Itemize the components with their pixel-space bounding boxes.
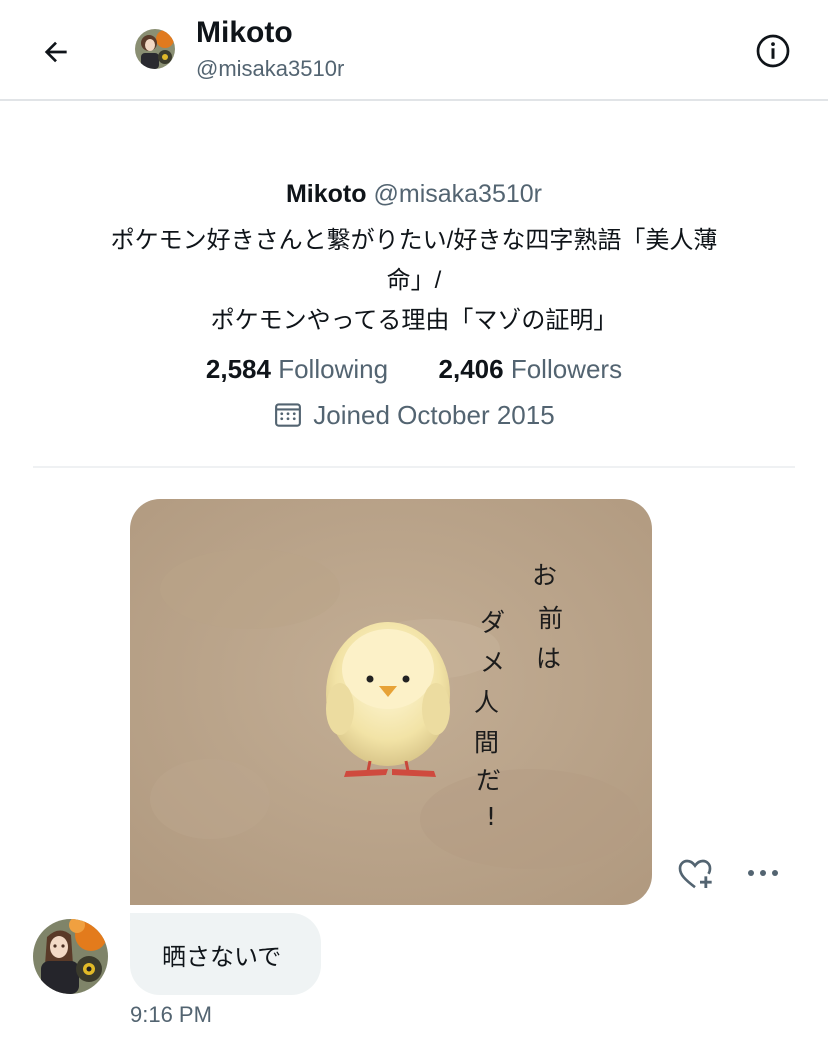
following-count: 2,584 (205, 354, 271, 384)
bio-line: 命」/ (386, 267, 442, 294)
header-handle: @misaka3510r (196, 56, 345, 81)
follow-counts: 2,584 Following 2,406 Followers (0, 349, 828, 389)
followers-link[interactable]: 2,406 Followers (439, 354, 623, 384)
info-circle-icon (756, 34, 790, 68)
message-image[interactable]: お 前 は ダ メ 人 間 だ ! (130, 499, 652, 905)
divider (33, 466, 795, 468)
conversation-header: Mikoto @misaka3510r (0, 0, 828, 101)
caption-char: ダ (480, 608, 505, 637)
profile-summary: Mikoto @misaka3510r ポケモン好きさんと繋がりたい/好きな四字… (0, 175, 828, 435)
profile-handle: @misaka3510r (373, 180, 542, 208)
calendar-icon (275, 403, 302, 427)
sender-avatar[interactable] (33, 919, 108, 994)
arrow-left-icon (44, 41, 67, 63)
react-button[interactable] (674, 852, 716, 894)
caption-char: メ (480, 648, 505, 677)
caption-char: 前 (538, 604, 563, 633)
joined-date: Joined October 2015 (0, 395, 828, 435)
caption-char: 間 (474, 728, 499, 757)
heart-plus-icon (678, 859, 712, 889)
header-avatar[interactable] (135, 29, 175, 69)
caption-char: は (536, 644, 561, 673)
more-horizontal-icon (748, 870, 778, 876)
following-label: Following (278, 354, 389, 384)
followers-label: Followers (510, 354, 623, 384)
following-link[interactable]: 2,584 Following (206, 354, 395, 384)
more-button[interactable] (742, 856, 784, 890)
caption-char: だ (476, 766, 501, 795)
profile-name: Mikoto (285, 180, 367, 208)
caption-char: お (532, 561, 557, 590)
followers-count: 2,406 (438, 354, 504, 384)
header-name: Mikoto (196, 16, 293, 49)
message-bubble[interactable]: 晒さないで (130, 913, 321, 995)
back-button[interactable] (36, 32, 76, 72)
conversation-info-button[interactable] (752, 30, 794, 72)
bio-line: ポケモンやってる理由「マゾの証明」 (210, 307, 618, 334)
profile-bio: ポケモン好きさんと繋がりたい/好きな四字熟語「美人薄 命」/ ポケモンやってる理… (74, 221, 754, 341)
bio-line: ポケモン好きさんと繋がりたい/好きな四字熟語「美人薄 (110, 227, 718, 254)
joined-text: Joined October 2015 (313, 400, 555, 430)
caption-char: 人 (474, 688, 499, 717)
caption-char: ! (486, 802, 496, 831)
profile-identity[interactable]: Mikoto @misaka3510r (0, 175, 828, 213)
message-timestamp: 9:16 PM (130, 1002, 212, 1027)
